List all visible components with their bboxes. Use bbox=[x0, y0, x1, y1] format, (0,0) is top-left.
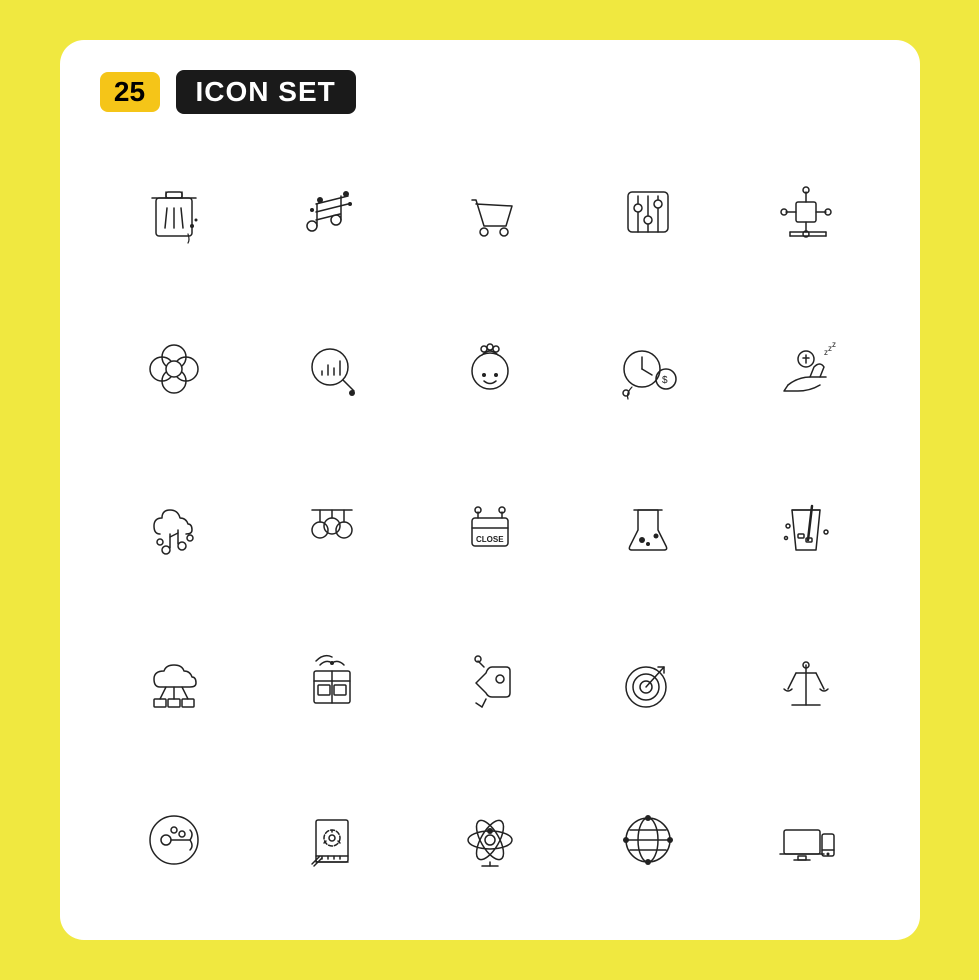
svg-text:$: $ bbox=[662, 375, 668, 386]
icon-music-notes bbox=[258, 142, 406, 281]
icon-cloud-network bbox=[100, 614, 248, 753]
page-title: ICON SET bbox=[176, 70, 356, 114]
icon-drink-glass bbox=[732, 456, 880, 595]
icon-seo-tag bbox=[416, 614, 564, 753]
icon-trash-delete bbox=[100, 142, 248, 281]
icon-shopping-cart bbox=[416, 142, 564, 281]
icon-law-scale bbox=[732, 614, 880, 753]
icon-biology-circle bbox=[100, 771, 248, 910]
badge-number: 25 bbox=[100, 72, 160, 112]
icon-network-cpu bbox=[732, 142, 880, 281]
icon-lab-beaker bbox=[574, 456, 722, 595]
icon-hanging-decor bbox=[258, 456, 406, 595]
icon-cloud-music bbox=[100, 456, 248, 595]
icon-science-book bbox=[258, 771, 406, 910]
icon-girl-face bbox=[416, 299, 564, 438]
icon-time-money: $ bbox=[574, 299, 722, 438]
svg-text:CLOSE: CLOSE bbox=[476, 535, 504, 544]
header: 25 ICON SET bbox=[100, 70, 880, 114]
icon-globe-network bbox=[574, 771, 722, 910]
icon-sliders bbox=[574, 142, 722, 281]
main-card: 25 ICON SET bbox=[60, 40, 920, 940]
icon-computer-devices bbox=[732, 771, 880, 910]
icon-money-hand: z z z bbox=[732, 299, 880, 438]
icon-atom bbox=[416, 771, 564, 910]
icon-flower bbox=[100, 299, 248, 438]
icon-smart-home bbox=[258, 614, 406, 753]
icon-analytics-search bbox=[258, 299, 406, 438]
icon-grid: $ z z z bbox=[100, 142, 880, 910]
icon-close-sign: CLOSE bbox=[416, 456, 564, 595]
icon-target-arrow bbox=[574, 614, 722, 753]
svg-text:z: z bbox=[832, 340, 836, 349]
